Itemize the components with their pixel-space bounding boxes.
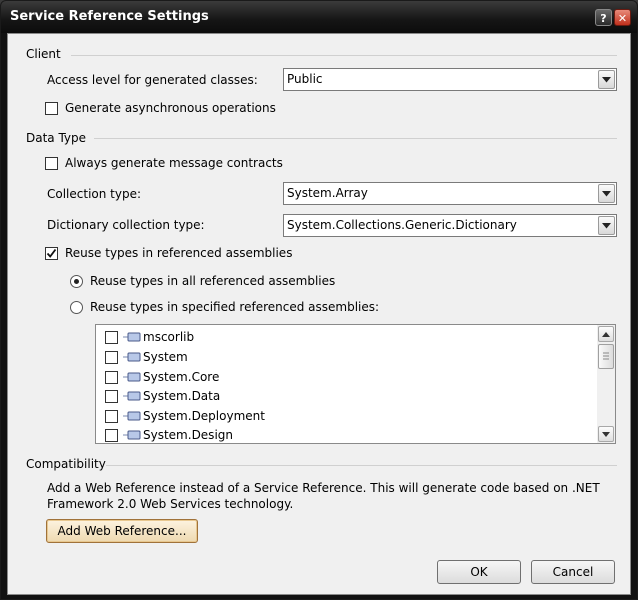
- title-bar: Service Reference Settings ? ✕: [1, 1, 637, 33]
- dialog-body: Client Access level for generated classe…: [7, 33, 631, 595]
- add-web-reference-button[interactable]: Add Web Reference...: [46, 519, 198, 543]
- compatibility-group-header: Compatibility: [26, 457, 106, 471]
- assembly-name: System.Core: [143, 370, 220, 384]
- group-divider: [94, 138, 617, 139]
- group-divider: [71, 55, 617, 56]
- close-button[interactable]: ✕: [614, 9, 631, 26]
- assembly-checkbox[interactable]: [105, 331, 118, 344]
- assembly-checkbox[interactable]: [105, 410, 118, 423]
- dictionary-type-label: Dictionary collection type:: [47, 218, 205, 232]
- compatibility-description-line1: Add a Web Reference instead of a Service…: [47, 481, 600, 495]
- dictionary-type-value: System.Collections.Generic.Dictionary: [287, 218, 517, 232]
- assembly-checkbox[interactable]: [105, 390, 118, 403]
- async-operations-checkbox[interactable]: [45, 102, 58, 115]
- referenced-assemblies-list[interactable]: mscorlib System System.Core System.Data: [95, 324, 616, 444]
- assembly-name: System.Deployment: [143, 409, 265, 423]
- scroll-down-button[interactable]: [598, 426, 614, 442]
- assembly-name: System.Data: [143, 389, 221, 403]
- collection-type-label: Collection type:: [47, 187, 142, 201]
- collection-type-combobox[interactable]: System.Array: [283, 182, 617, 205]
- radio-selected-dot: [74, 279, 79, 284]
- compatibility-description-line2: Framework 2.0 Web Services technology.: [47, 497, 294, 511]
- chevron-down-icon[interactable]: [598, 70, 615, 89]
- message-contracts-checkbox[interactable]: [45, 157, 58, 170]
- access-level-label: Access level for generated classes:: [47, 73, 258, 87]
- assembly-icon: [123, 411, 141, 421]
- collection-type-value: System.Array: [287, 186, 368, 200]
- reuse-all-radio[interactable]: [70, 275, 83, 288]
- grip-icon: [603, 352, 609, 360]
- question-mark-icon: ?: [600, 12, 607, 25]
- group-divider: [106, 465, 617, 466]
- vertical-scrollbar[interactable]: [597, 325, 615, 443]
- list-item[interactable]: System.Core: [96, 368, 596, 387]
- list-item[interactable]: System: [96, 348, 596, 367]
- scroll-thumb[interactable]: [598, 344, 614, 369]
- assembly-icon: [123, 391, 141, 401]
- help-button[interactable]: ?: [595, 9, 612, 26]
- chevron-down-icon[interactable]: [598, 184, 615, 203]
- assembly-checkbox[interactable]: [105, 429, 118, 442]
- access-level-combobox[interactable]: Public: [283, 68, 617, 91]
- ok-button[interactable]: OK: [437, 560, 521, 584]
- client-group-header: Client: [26, 47, 61, 61]
- chevron-down-icon: [602, 431, 610, 437]
- close-icon: ✕: [617, 12, 628, 25]
- service-reference-settings-dialog: Service Reference Settings ? ✕ Client Ac…: [0, 0, 638, 600]
- dictionary-type-combobox[interactable]: System.Collections.Generic.Dictionary: [283, 214, 617, 237]
- reuse-specified-radio[interactable]: [70, 301, 83, 314]
- assembly-name: mscorlib: [143, 330, 195, 344]
- list-item[interactable]: System.Data: [96, 387, 596, 406]
- assembly-name: System: [143, 350, 188, 364]
- assembly-checkbox[interactable]: [105, 371, 118, 384]
- reuse-specified-label: Reuse types in specified referenced asse…: [90, 300, 380, 314]
- list-item[interactable]: mscorlib: [96, 328, 596, 347]
- reuse-types-checkbox[interactable]: [45, 247, 58, 260]
- chevron-up-icon: [602, 331, 610, 337]
- assembly-icon: [123, 430, 141, 440]
- chevron-down-icon[interactable]: [598, 216, 615, 235]
- assembly-icon: [123, 352, 141, 362]
- reuse-types-label: Reuse types in referenced assemblies: [65, 246, 293, 260]
- list-item[interactable]: System.Design: [96, 426, 596, 445]
- reuse-all-label: Reuse types in all referenced assemblies: [90, 274, 336, 288]
- list-item[interactable]: System.Deployment: [96, 407, 596, 426]
- scroll-up-button[interactable]: [598, 326, 614, 342]
- assembly-icon: [123, 372, 141, 382]
- message-contracts-label: Always generate message contracts: [65, 156, 283, 170]
- data-type-group-header: Data Type: [26, 131, 87, 145]
- assembly-checkbox[interactable]: [105, 351, 118, 364]
- cancel-button[interactable]: Cancel: [531, 560, 615, 584]
- assembly-icon: [123, 332, 141, 342]
- checkmark-icon: [46, 248, 57, 258]
- async-operations-label: Generate asynchronous operations: [65, 101, 276, 115]
- assembly-name: System.Design: [143, 428, 233, 442]
- window-title: Service Reference Settings: [10, 9, 209, 24]
- access-level-value: Public: [287, 72, 323, 86]
